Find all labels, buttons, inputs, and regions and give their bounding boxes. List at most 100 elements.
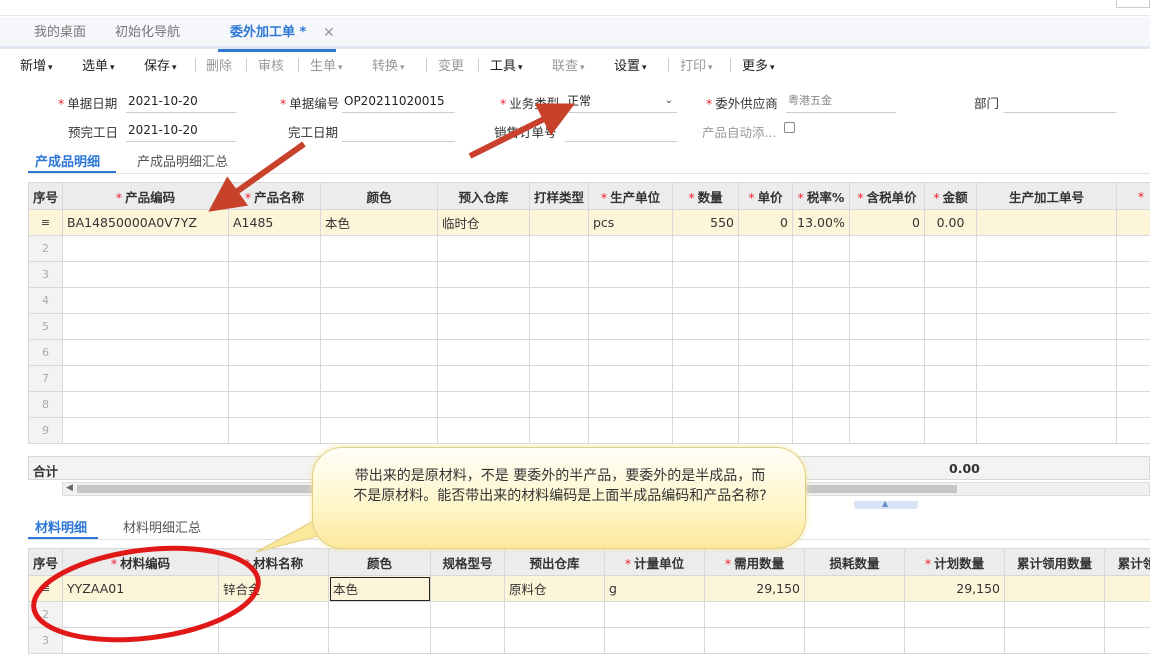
tab-outsourcing-order[interactable]: 委外加工单 *	[217, 17, 337, 52]
print-button[interactable]: 打印 ▾	[680, 55, 713, 74]
loss-qty-cell[interactable]	[804, 575, 905, 602]
col-used-qty[interactable]: 累计领用数量	[1004, 548, 1105, 576]
col-need-qty[interactable]: * 需用数量	[704, 548, 805, 576]
toolbar-divider	[426, 58, 427, 72]
warehouse-cell[interactable]: 原料仓	[504, 575, 605, 602]
tools-button[interactable]: 工具 ▾	[490, 55, 523, 74]
window-control[interactable]	[1116, 0, 1150, 8]
col-color[interactable]: 颜色	[328, 548, 431, 576]
table-row[interactable]: 7	[28, 365, 1150, 392]
product-name-cell[interactable]: A1485	[228, 209, 321, 236]
table-row[interactable]: 8	[28, 391, 1150, 418]
audit-button[interactable]: 审核	[258, 55, 284, 74]
col-material-code[interactable]: * 材料编码	[62, 548, 219, 576]
tab-material-detail[interactable]: 材料明细	[35, 517, 87, 536]
chevron-left-icon[interactable]: ◀	[66, 483, 73, 493]
col-plan-qty[interactable]: * 计划数量	[904, 548, 1005, 576]
save-button[interactable]: 保存 ▾	[144, 55, 177, 74]
table-row[interactable]: 9	[28, 417, 1150, 444]
table-row[interactable]: ≡ YYZAA01 锌合金 本色 原料仓 g 29,150 29,150	[28, 575, 1150, 602]
new-button[interactable]: 新增 ▾	[20, 55, 53, 74]
tax-rate-cell[interactable]: 13.00%	[792, 209, 850, 236]
col-measure-unit[interactable]: * 计量单位	[604, 548, 705, 576]
sample-type-cell[interactable]	[529, 209, 589, 236]
warehouse-cell[interactable]: 临时仓	[437, 209, 530, 236]
linked-query-button[interactable]: 联查 ▾	[552, 55, 585, 74]
tab-material-summary[interactable]: 材料明细汇总	[123, 517, 201, 536]
plan-done-field[interactable]: 2021-10-20	[126, 120, 236, 142]
col-product-name[interactable]: * 产品名称	[228, 182, 321, 210]
used-qty-cell[interactable]	[1004, 575, 1105, 602]
tax-price-cell[interactable]: 0	[849, 209, 925, 236]
color-cell[interactable]: 本色	[328, 575, 431, 602]
settings-button[interactable]: 设置 ▾	[614, 55, 647, 74]
table-row[interactable]: ≡ BA14850000A0V7YZ A1485 本色 临时仓 pcs 550 …	[28, 209, 1150, 236]
col-order-no[interactable]: 生产加工单号	[976, 182, 1117, 210]
col-spec[interactable]: 规格型号	[430, 548, 505, 576]
tab-init-nav[interactable]: 初始化导航	[115, 17, 180, 49]
table-row[interactable]: 6	[28, 339, 1150, 366]
supplier-field[interactable]: 粤港五金	[786, 91, 896, 113]
plan-qty-cell[interactable]: 29,150	[904, 575, 1005, 602]
doc-no-field[interactable]: OP20211020015	[342, 91, 455, 113]
row-menu-icon[interactable]: ≡	[28, 209, 63, 236]
generate-button[interactable]: 生单 ▾	[310, 55, 343, 74]
table-row[interactable]: 5	[28, 313, 1150, 340]
material-name-cell[interactable]: 锌合金	[218, 575, 329, 602]
chevron-down-icon: ⌄	[664, 95, 673, 106]
change-button[interactable]: 变更	[438, 55, 464, 74]
doc-date-label: * 单据日期	[58, 96, 118, 111]
col-warehouse-out[interactable]: 预出仓库	[504, 548, 605, 576]
col-qty[interactable]: * 数量	[672, 182, 739, 210]
col-material-name[interactable]: * 材料名称	[218, 548, 329, 576]
table-row[interactable]: 2	[28, 235, 1150, 262]
chevron-down-icon: ▾	[642, 63, 647, 73]
extra-cell[interactable]	[1116, 209, 1150, 236]
col-amount[interactable]: * 金额	[924, 182, 977, 210]
table-row[interactable]: 4	[28, 287, 1150, 314]
col-prod-unit[interactable]: * 生产单位	[588, 182, 673, 210]
biz-type-select[interactable]: 正常 ⌄	[565, 91, 677, 113]
tab-product-summary[interactable]: 产成品明细汇总	[137, 151, 228, 170]
col-warehouse-in[interactable]: 预入仓库	[437, 182, 530, 210]
panel-splitter[interactable]: ▲	[854, 499, 918, 509]
auto-product-checkbox[interactable]	[784, 122, 795, 133]
used-qty-2-cell[interactable]	[1104, 575, 1150, 602]
toolbar-divider	[246, 58, 247, 72]
delete-button[interactable]: 删除	[206, 55, 232, 74]
row-menu-icon[interactable]: ≡	[28, 575, 63, 602]
col-extra[interactable]: *	[1116, 182, 1150, 210]
qty-cell[interactable]: 550	[672, 209, 739, 236]
col-tax-price[interactable]: * 含税单价	[849, 182, 925, 210]
more-button[interactable]: 更多 ▾	[742, 55, 775, 74]
tab-product-detail[interactable]: 产成品明细	[35, 151, 100, 170]
order-no-cell[interactable]	[976, 209, 1117, 236]
table-row[interactable]: 3	[28, 627, 1150, 654]
sales-order-field[interactable]	[565, 120, 677, 142]
color-cell[interactable]: 本色	[320, 209, 438, 236]
material-code-cell[interactable]: YYZAA01	[62, 575, 219, 602]
select-order-button[interactable]: 选单 ▾	[82, 55, 115, 74]
amount-cell[interactable]: 0.00	[924, 209, 977, 236]
price-cell[interactable]: 0	[738, 209, 793, 236]
convert-button[interactable]: 转换 ▾	[372, 55, 405, 74]
table-row[interactable]: 3	[28, 261, 1150, 288]
close-icon[interactable]: ✕	[323, 17, 335, 49]
col-loss-qty[interactable]: 损耗数量	[804, 548, 905, 576]
col-color[interactable]: 颜色	[320, 182, 438, 210]
tab-desktop[interactable]: 我的桌面	[34, 17, 86, 49]
col-tax-rate[interactable]: * 税率%	[792, 182, 850, 210]
col-price[interactable]: * 单价	[738, 182, 793, 210]
col-product-code[interactable]: * 产品编码	[62, 182, 229, 210]
doc-date-field[interactable]: 2021-10-20	[126, 91, 236, 113]
product-code-cell[interactable]: BA14850000A0V7YZ	[62, 209, 229, 236]
col-used-qty-2[interactable]: 累计领	[1104, 548, 1150, 576]
table-row[interactable]: 2	[28, 601, 1150, 628]
unit-cell[interactable]: pcs	[588, 209, 673, 236]
spec-cell[interactable]	[430, 575, 505, 602]
dept-field[interactable]	[1004, 91, 1116, 113]
need-qty-cell[interactable]: 29,150	[704, 575, 805, 602]
done-date-field[interactable]	[342, 120, 455, 142]
unit-cell[interactable]: g	[604, 575, 705, 602]
col-sample-type[interactable]: 打样类型	[529, 182, 589, 210]
